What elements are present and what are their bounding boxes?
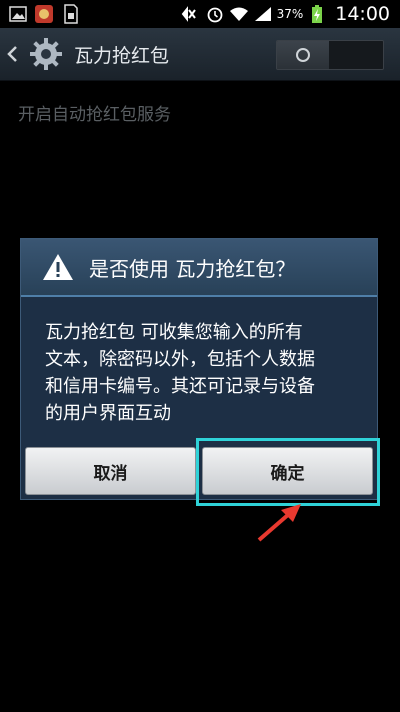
confirm-highlight-box [196,438,380,506]
screen: 37% 14:00 瓦力抢红包 开启自动抢红包服务 是否使用 瓦力抢红包？ 瓦力… [0,0,400,712]
dialog-header: 是否使用 瓦力抢红包？ [21,239,377,297]
settings-gear-icon[interactable] [28,36,64,72]
action-bar: 瓦力抢红包 [0,28,400,81]
page-title: 瓦力抢红包 [74,44,170,67]
dialog-message: 瓦力抢红包 可收集您输入的所有 文本，除密码以外，包括个人数据 和信用卡编号。其… [21,297,377,427]
toggle-knob [277,41,329,69]
sd-card-icon [60,4,80,24]
signal-icon [253,4,273,24]
message-line: 文本，除密码以外，包括个人数据 [45,349,315,370]
message-line: 的用户界面互动 [45,403,171,424]
warning-icon [41,252,75,282]
gallery-icon [8,4,28,24]
message-line: 瓦力抢红包 可收集您输入的所有 [45,322,303,343]
alarm-icon [205,4,225,24]
battery-percent: 37% [276,7,304,21]
service-toggle[interactable] [276,40,384,70]
toggle-off-indicator-icon [296,48,310,62]
notification-icons [0,4,80,24]
auto-grab-service-row[interactable]: 开启自动抢红包服务 [18,100,171,125]
clock: 14:00 [335,3,390,25]
battery-charging-icon [307,4,327,24]
dialog-title: 是否使用 瓦力抢红包？ [89,256,296,281]
message-line: 和信用卡编号。其还可记录与设备 [45,376,315,397]
cancel-button[interactable]: 取消 [25,447,196,495]
system-status-icons: 37% 14:00 [181,3,400,25]
status-bar: 37% 14:00 [0,0,400,28]
mute-icon [181,4,201,24]
pointer-arrow-icon [257,504,301,542]
back-chevron-icon[interactable] [6,44,22,64]
wifi-icon [229,4,249,24]
toggle-track [329,41,383,69]
app-notification-icon [34,4,54,24]
